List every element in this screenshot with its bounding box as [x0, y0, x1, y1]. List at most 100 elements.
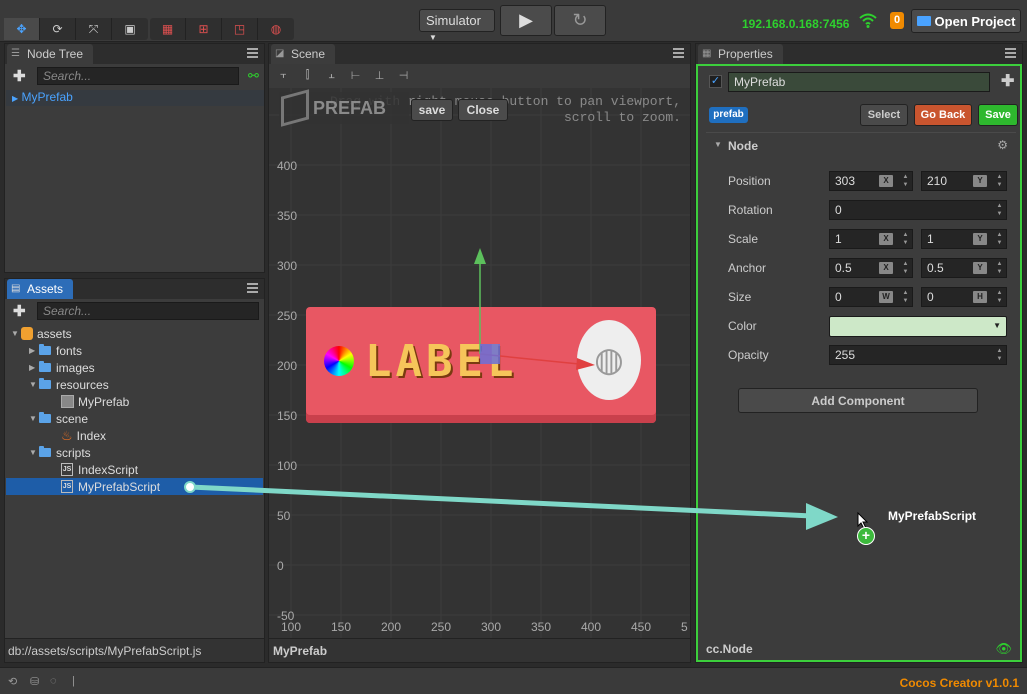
asset-folder[interactable]: ▶ images [29, 359, 95, 376]
play-button[interactable]: ▶ [500, 5, 552, 36]
asset-prefab[interactable]: MyPrefab [61, 393, 129, 410]
spinner-icon[interactable]: ▲ ▼ [901, 173, 910, 189]
panel-menu-icon[interactable] [673, 48, 684, 58]
panel-menu-icon[interactable] [1005, 48, 1016, 58]
spinner-icon[interactable]: ▲ ▼ [901, 260, 910, 276]
asset-path-footer: db://assets/scripts/MyPrefabScript.js [5, 638, 264, 662]
folder-icon [39, 378, 51, 389]
add-component-button[interactable]: Add Component [738, 388, 978, 413]
simulator-select[interactable]: Simulator ▼ [419, 9, 495, 42]
node-active-checkbox[interactable]: ✓ [709, 75, 722, 88]
spinner-icon[interactable]: ▲ ▼ [901, 289, 910, 305]
add-node-button[interactable]: ✚ [13, 67, 26, 85]
move-tool-icon[interactable]: ✥ [4, 18, 40, 40]
tab-scene[interactable]: ◪ Scene [271, 44, 336, 64]
asset-scene[interactable]: ♨ Index [61, 427, 106, 444]
scale-y-field[interactable]: 1 Y ▲ ▼ [921, 229, 1007, 249]
spinner-icon[interactable]: ▲ ▼ [995, 231, 1004, 247]
size-w-field[interactable]: 0 W ▲ ▼ [829, 287, 913, 307]
asset-folder[interactable]: ▶ fonts [29, 342, 82, 359]
tab-node-tree[interactable]: ☰ Node Tree [7, 44, 94, 64]
main-toolbar: ✥ ⟳ ⤧ ▣ ▦ ⊞ ◳ ◍ Simulator ▼ ▶ ↻ 192.168.… [0, 0, 1027, 42]
anchor-x-field[interactable]: 0.5 X ▲ ▼ [829, 258, 913, 278]
properties-body[interactable]: ✓ MyPrefab ✚ prefab Select Go Back Save … [696, 64, 1022, 662]
panel-menu-icon[interactable] [247, 283, 258, 293]
rect-tool-icon[interactable]: ▣ [112, 18, 148, 40]
spinner-icon[interactable]: ▲ ▼ [995, 173, 1004, 189]
prefab-go-back-button[interactable]: Go Back [914, 104, 972, 126]
globe-icon[interactable]: ◍ [258, 18, 294, 40]
assets-search-input[interactable] [37, 302, 259, 320]
gear-icon[interactable]: ⚙ [997, 138, 1008, 152]
prefab-select-button[interactable]: Select [860, 104, 908, 126]
pivot-icon[interactable]: ▦ [150, 18, 186, 40]
position-x-field[interactable]: 303 X ▲ ▼ [829, 171, 913, 191]
node-section-title: Node [728, 139, 758, 153]
opacity-field[interactable]: 255 ▲ ▼ [829, 345, 1007, 365]
axis-h-tag: H [973, 291, 987, 303]
tab-properties[interactable]: ▦ Properties [698, 44, 783, 64]
position-x-value: 303 [835, 174, 856, 188]
asset-folder[interactable]: ▼ scripts [29, 444, 91, 461]
eye-off-icon[interactable]: ◌ [50, 675, 57, 687]
spinner-icon[interactable]: ▲ ▼ [995, 202, 1004, 218]
scene-footer: MyPrefab [269, 638, 690, 662]
asset-folder[interactable]: ▼ resources [29, 376, 109, 393]
scale-y-value: 1 [927, 232, 934, 246]
spinner-icon[interactable]: ▲ ▼ [995, 289, 1004, 305]
color-label: Color [728, 319, 757, 333]
asset-label: MyPrefab [78, 394, 130, 409]
transform-gizmo[interactable] [269, 88, 690, 638]
scale-x-field[interactable]: 1 X ▲ ▼ [829, 229, 913, 249]
position-y-field[interactable]: 210 Y ▲ ▼ [921, 171, 1007, 191]
asset-script-selected[interactable]: JS MyPrefabScript [6, 478, 263, 495]
folder-icon [39, 412, 51, 423]
asset-script[interactable]: JS IndexScript [61, 461, 138, 478]
align-vcenter-icon[interactable]: ⫿ [299, 68, 316, 82]
reload-icon: ↻ [572, 10, 588, 30]
notification-badge[interactable]: 0 [890, 12, 904, 29]
tab-assets[interactable]: ▤ Assets [7, 279, 74, 299]
link-icon[interactable]: ⚯ [248, 68, 259, 84]
tree-node-myprefab[interactable]: ▶ MyPrefab [6, 90, 264, 106]
node-tree-search-input[interactable] [37, 67, 239, 85]
chevron-down-icon: ▼ [429, 33, 437, 42]
prefab-save-button[interactable]: Save [978, 104, 1018, 126]
preview-ip-address[interactable]: 192.168.0.168:7456 [742, 17, 849, 31]
asset-folder[interactable]: ▼ scene [29, 410, 88, 427]
rotation-field[interactable]: 0 ▲ ▼ [829, 200, 1007, 220]
add-icon[interactable]: ✚ [1001, 71, 1014, 91]
eye-icon[interactable]: 👁 [995, 641, 1012, 657]
anchor-y-field[interactable]: 0.5 Y ▲ ▼ [921, 258, 1007, 278]
panel-menu-icon[interactable] [247, 48, 258, 58]
node-name-field[interactable]: MyPrefab [728, 72, 990, 92]
anchor-label: Anchor [728, 261, 767, 275]
spinner-icon[interactable]: ▲ ▼ [901, 231, 910, 247]
align-bottom-icon[interactable]: ⫠ [323, 68, 340, 82]
node-section-header[interactable]: ▼ Node ⚙ [706, 132, 1016, 156]
rotate-tool-icon[interactable]: ⟳ [40, 18, 76, 40]
reload-button[interactable]: ↻ [554, 5, 606, 36]
refresh-icon[interactable]: ⟲ [8, 675, 17, 688]
spinner-icon[interactable]: ▲ ▼ [995, 347, 1004, 363]
global-icon[interactable]: ⊞ [186, 18, 222, 40]
size-h-value: 0 [927, 290, 934, 304]
node-tree-tabbar: ☰ Node Tree [5, 44, 264, 64]
create-asset-button[interactable]: ✚ [13, 302, 26, 320]
scene-viewport[interactable]: Drag with right mouse button to pan view… [269, 88, 690, 638]
scale-tool-icon[interactable]: ⤧ [76, 18, 112, 40]
scene-panel: ◪ Scene ⫟ ⫿ ⫠ ⊢ ⊥ ⊣ button to pan viewpo… [268, 43, 691, 663]
color-picker-field[interactable]: ▼ [829, 316, 1007, 337]
tab-assets-label: Assets [27, 282, 64, 296]
align-right-icon[interactable]: ⊣ [395, 68, 412, 82]
spinner-icon[interactable]: ▲ ▼ [995, 260, 1004, 276]
size-h-field[interactable]: 0 H ▲ ▼ [921, 287, 1007, 307]
asset-root[interactable]: ▼ assets [11, 325, 72, 342]
align-hcenter-icon[interactable]: ⊥ [371, 68, 388, 82]
open-project-button[interactable]: Open Project [911, 9, 1021, 33]
asset-label: scripts [56, 445, 91, 460]
align-left-icon[interactable]: ⊢ [347, 68, 364, 82]
flag-icon[interactable]: ◳ [222, 18, 258, 40]
align-top-icon[interactable]: ⫟ [275, 68, 292, 82]
database-icon[interactable]: ⛁ [30, 675, 39, 688]
